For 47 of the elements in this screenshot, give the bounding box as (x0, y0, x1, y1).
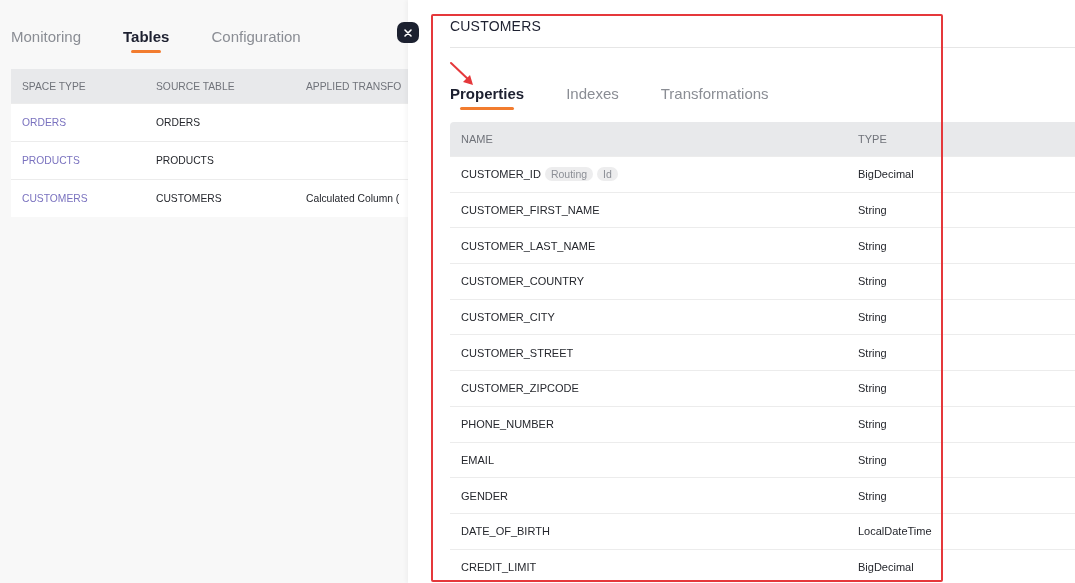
table-cell: PRODUCTS (156, 155, 214, 166)
property-name: CREDIT_LIMIT (461, 560, 537, 573)
column-header: SPACE TYPE (22, 80, 86, 92)
property-name: CUSTOMER_STREET (461, 346, 574, 359)
property-name: EMAIL (461, 453, 494, 466)
close-icon (403, 27, 413, 38)
property-name: CUSTOMER_ZIPCODE (461, 382, 579, 395)
column-header: APPLIED TRANSFO (306, 80, 402, 92)
column-header: NAME (461, 133, 494, 145)
property-type: String (858, 453, 888, 466)
property-type: String (858, 311, 888, 324)
property-name: PHONE_NUMBER (461, 418, 554, 431)
tab[interactable]: Tables (123, 28, 170, 53)
property-type: String (858, 346, 888, 359)
tab[interactable]: Monitoring (11, 28, 82, 53)
panel-title: CUSTOMERS (450, 18, 1075, 48)
tag-badge: Routing (544, 167, 594, 182)
property-type: LocalDateTime (858, 525, 933, 538)
property-name: DATE_OF_BIRTH (461, 525, 550, 538)
property-name: CUSTOMER_LAST_NAME (461, 239, 596, 252)
property-name: CUSTOMER_FIRST_NAME (461, 204, 600, 217)
property-type: String (858, 204, 888, 217)
tab[interactable]: Configuration (211, 28, 301, 53)
table-cell: CUSTOMERS (156, 193, 222, 204)
property-name: CUSTOMER_CITY (461, 311, 555, 324)
property-type: BigDecimal (858, 168, 915, 181)
property-type: String (858, 239, 888, 252)
property-type: String (858, 275, 888, 288)
property-name: CUSTOMER_ID (461, 168, 541, 181)
table-link[interactable]: PRODUCTS (22, 155, 80, 166)
property-type: String (858, 418, 888, 431)
tag-badge: Id (597, 167, 618, 182)
table-cell: Calculated Column ( (306, 193, 400, 204)
tab[interactable]: Properties (450, 85, 525, 110)
tab[interactable]: Indexes (566, 85, 619, 110)
column-header: SOURCE TABLE (156, 80, 235, 92)
property-type: String (858, 489, 888, 502)
property-type: BigDecimal (858, 560, 915, 573)
close-button[interactable] (397, 22, 419, 43)
column-header: TYPE (858, 133, 888, 145)
tab[interactable]: Transformations (660, 85, 769, 110)
table-cell: ORDERS (156, 117, 201, 128)
property-name: CUSTOMER_COUNTRY (461, 275, 585, 288)
table-link[interactable]: CUSTOMERS (22, 193, 88, 204)
property-name: GENDER (461, 489, 509, 502)
property-type: String (858, 382, 888, 395)
table-link[interactable]: ORDERS (22, 117, 67, 128)
